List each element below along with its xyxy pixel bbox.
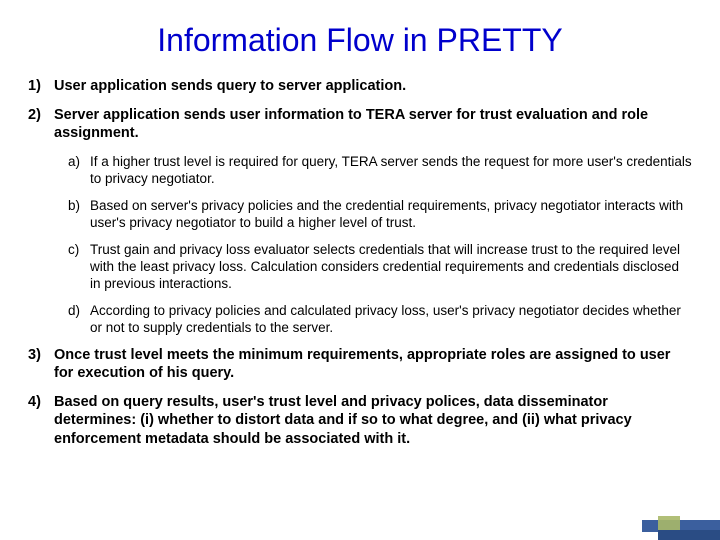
- list-item-text: Server application sends user informatio…: [54, 107, 648, 142]
- list-item: User application sends query to server a…: [28, 77, 692, 96]
- numbered-list: User application sends query to server a…: [28, 77, 692, 448]
- corner-decoration: [600, 504, 720, 540]
- lettered-sublist: If a higher trust level is required for …: [68, 153, 692, 336]
- sublist-item: Based on server's privacy policies and t…: [68, 197, 692, 231]
- accent-bar-icon: [658, 530, 720, 540]
- list-item-text: Based on query results, user's trust lev…: [54, 394, 632, 447]
- sublist-item-text: If a higher trust level is required for …: [90, 154, 692, 186]
- list-item-text: Once trust level meets the minimum requi…: [54, 347, 670, 382]
- slide-title: Information Flow in PRETTY: [0, 22, 720, 59]
- sublist-item: If a higher trust level is required for …: [68, 153, 692, 187]
- slide: { "title": "Information Flow in PRETTY",…: [0, 0, 720, 540]
- sublist-item-text: According to privacy policies and calcul…: [90, 303, 681, 335]
- sublist-item-text: Based on server's privacy policies and t…: [90, 198, 683, 230]
- list-item: Based on query results, user's trust lev…: [28, 393, 692, 449]
- list-item: Once trust level meets the minimum requi…: [28, 346, 692, 383]
- slide-content: User application sends query to server a…: [0, 77, 720, 448]
- sublist-item: Trust gain and privacy loss evaluator se…: [68, 241, 692, 292]
- list-item-text: User application sends query to server a…: [54, 78, 406, 94]
- sublist-item: According to privacy policies and calcul…: [68, 302, 692, 336]
- sublist-item-text: Trust gain and privacy loss evaluator se…: [90, 242, 680, 291]
- list-item: Server application sends user informatio…: [28, 106, 692, 336]
